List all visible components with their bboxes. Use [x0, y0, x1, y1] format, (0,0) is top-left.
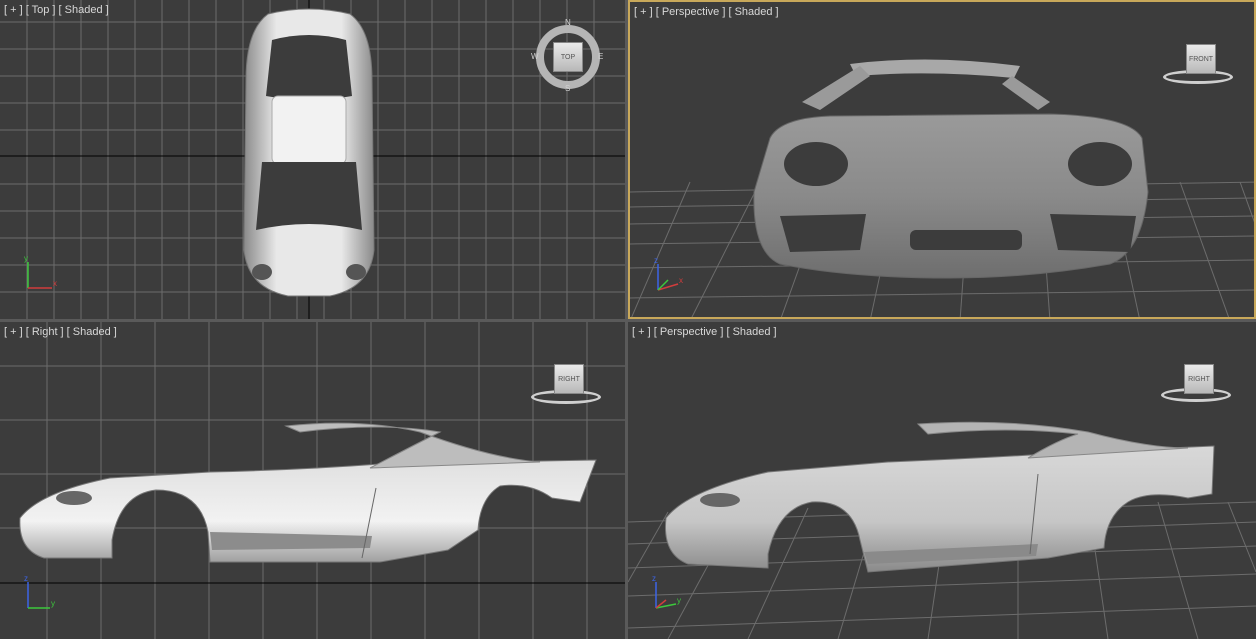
- viewport-perspective-front[interactable]: [ + ] [ Perspective ] [ Shaded ] FRONT z…: [628, 0, 1256, 319]
- axis-y-label: y: [51, 599, 55, 608]
- axis-tripod-icon: z x: [654, 256, 683, 291]
- axis-z-label: z: [24, 574, 28, 583]
- axis-tripod-icon: y x: [24, 254, 57, 289]
- axis-y-label: y: [24, 254, 28, 263]
- axis-x-label: x: [679, 276, 683, 285]
- axis-z-label: z: [652, 574, 656, 583]
- car-body-perspective-side[interactable]: [628, 322, 1256, 639]
- axis-tripod-icon: z y: [652, 574, 681, 609]
- car-body-front-view[interactable]: [630, 2, 1256, 319]
- viewport-right[interactable]: [ + ] [ Right ] [ Shaded ] RIGHT z y: [0, 322, 625, 639]
- viewport-label[interactable]: [ + ] [ Top ] [ Shaded ]: [4, 4, 109, 16]
- viewcube[interactable]: FRONT: [1186, 44, 1216, 74]
- compass-east: E: [598, 52, 604, 61]
- viewport-top[interactable]: [ + ] [ Top ] [ Shaded ] N E S W TOP y x: [0, 0, 625, 319]
- viewport-label[interactable]: [ + ] [ Right ] [ Shaded ]: [4, 326, 117, 338]
- compass-north: N: [565, 18, 571, 27]
- car-body-top-view[interactable]: [0, 0, 625, 319]
- compass-south: S: [565, 84, 571, 93]
- viewcube[interactable]: RIGHT: [1184, 364, 1214, 394]
- axis-z-label: z: [654, 256, 658, 265]
- axis-y-label: y: [677, 596, 681, 605]
- viewport-label[interactable]: [ + ] [ Perspective ] [ Shaded ]: [634, 6, 779, 18]
- compass-west: W: [531, 52, 539, 61]
- viewcube[interactable]: RIGHT: [554, 364, 584, 394]
- car-body-side-view[interactable]: [0, 322, 625, 639]
- viewport-label[interactable]: [ + ] [ Perspective ] [ Shaded ]: [632, 326, 777, 338]
- viewcube[interactable]: TOP: [553, 42, 583, 72]
- axis-x-label: x: [53, 279, 57, 288]
- viewport-perspective-side[interactable]: [ + ] [ Perspective ] [ Shaded ] RIGHT z…: [628, 322, 1256, 639]
- axis-tripod-icon: z y: [24, 574, 55, 609]
